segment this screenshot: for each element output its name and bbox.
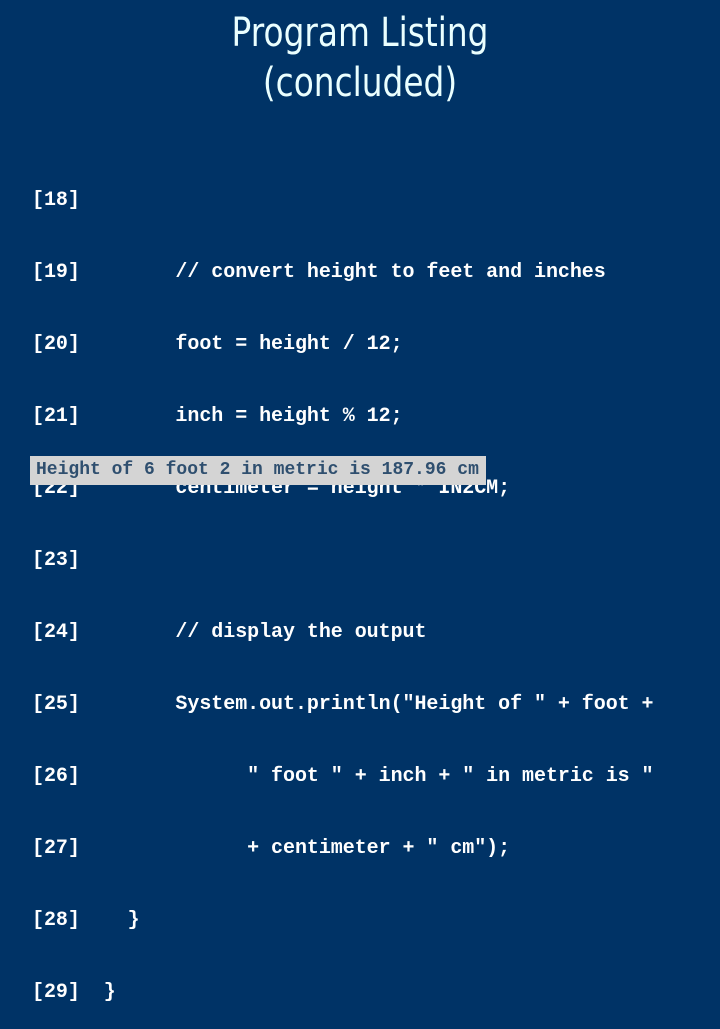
line-number: [23] bbox=[32, 549, 80, 572]
line-text: " foot " + inch + " in metric is " bbox=[79, 765, 654, 788]
line-number: [26] bbox=[32, 765, 80, 788]
slide-title: Program Listing (concluded) bbox=[65, 8, 655, 108]
line-text: inch = height % 12; bbox=[79, 405, 403, 428]
line-text: System.out.println("Height of " + foot + bbox=[79, 693, 654, 716]
code-line: [19] // convert height to feet and inche… bbox=[32, 261, 654, 285]
line-text: // display the output bbox=[79, 621, 427, 644]
code-line: [23] bbox=[32, 549, 654, 573]
code-line: [21] inch = height % 12; bbox=[32, 405, 654, 429]
code-listing: [18] [19] // convert height to feet and … bbox=[32, 141, 654, 1029]
line-number: [28] bbox=[32, 909, 80, 932]
code-line: [29] } bbox=[32, 981, 654, 1005]
line-text: // convert height to feet and inches bbox=[79, 261, 606, 284]
line-number: [27] bbox=[32, 837, 80, 860]
line-number: [25] bbox=[32, 693, 80, 716]
line-number: [21] bbox=[32, 405, 80, 428]
code-line: [26] " foot " + inch + " in metric is " bbox=[32, 765, 654, 789]
code-line: [20] foot = height / 12; bbox=[32, 333, 654, 357]
code-line: [28] } bbox=[32, 909, 654, 933]
line-number: [18] bbox=[32, 189, 80, 212]
line-number: [29] bbox=[32, 981, 80, 1004]
line-text: } bbox=[79, 909, 140, 932]
line-number: [24] bbox=[32, 621, 80, 644]
line-text: } bbox=[79, 981, 116, 1004]
code-line: [24] // display the output bbox=[32, 621, 654, 645]
program-output: Height of 6 foot 2 in metric is 187.96 c… bbox=[30, 456, 486, 485]
code-line: [25] System.out.println("Height of " + f… bbox=[32, 693, 654, 717]
line-number: [19] bbox=[32, 261, 80, 284]
code-line: [27] + centimeter + " cm"); bbox=[32, 837, 654, 861]
slide-title-line-1: Program Listing bbox=[231, 10, 489, 56]
line-text: foot = height / 12; bbox=[79, 333, 403, 356]
line-text: + centimeter + " cm"); bbox=[79, 837, 511, 860]
slide-title-line-2: (concluded) bbox=[262, 60, 458, 106]
line-number: [20] bbox=[32, 333, 80, 356]
code-line: [18] bbox=[32, 189, 654, 213]
